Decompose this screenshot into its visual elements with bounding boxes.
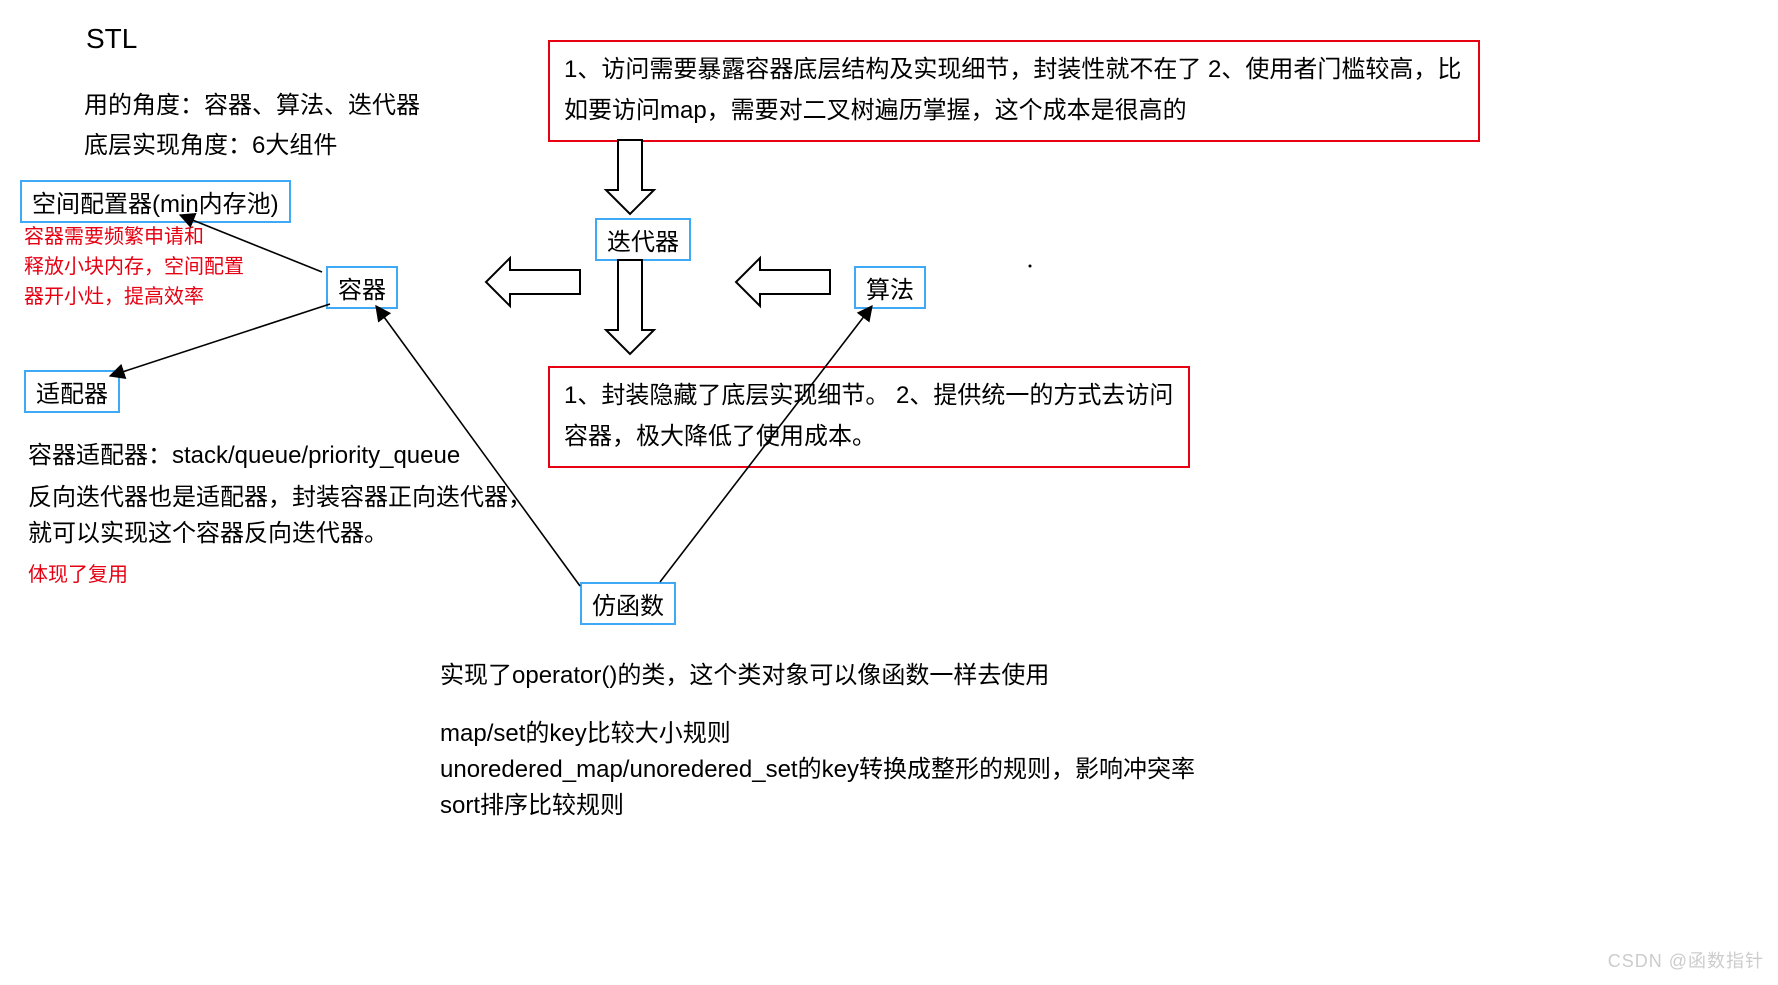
adapter-desc-1: 容器适配器：stack/queue/priority_queue bbox=[28, 438, 460, 474]
node-allocator: 空间配置器(min内存池) bbox=[20, 180, 291, 223]
intro-line-1: 用的角度：容器、算法、迭代器 bbox=[84, 88, 420, 124]
watermark: CSDN @函数指针 bbox=[1608, 947, 1764, 973]
functor-desc: 实现了operator()的类，这个类对象可以像函数一样去使用 bbox=[440, 658, 1049, 694]
node-functor: 仿函数 bbox=[580, 582, 676, 625]
node-algorithm: 算法 bbox=[854, 266, 926, 309]
arrow-iterator-mid bbox=[606, 260, 654, 354]
intro-line-2: 底层实现角度：6大组件 bbox=[84, 128, 337, 164]
arrow-container-adapter bbox=[110, 304, 330, 376]
allocator-note: 容器需要频繁申请和 释放小块内存，空间配置 器开小灶，提高效率 bbox=[24, 222, 244, 312]
functor-list: map/set的key比较大小规则 unoredered_map/unorede… bbox=[440, 716, 1195, 824]
callout-top-problems: 1、访问需要暴露容器底层结构及实现细节，封装性就不在了 2、使用者门槛较高，比如… bbox=[548, 40, 1480, 142]
title: STL bbox=[86, 18, 137, 60]
node-container: 容器 bbox=[326, 266, 398, 309]
node-adapter: 适配器 bbox=[24, 370, 120, 413]
arrow-top-iterator bbox=[606, 140, 654, 214]
adapter-note: 体现了复用 bbox=[28, 560, 128, 590]
stray-dot bbox=[1029, 265, 1032, 268]
diagram-stage: STL 用的角度：容器、算法、迭代器 底层实现角度：6大组件 空间配置器(min… bbox=[0, 0, 1778, 985]
node-iterator: 迭代器 bbox=[595, 218, 691, 261]
arrow-algorithm-iterator bbox=[736, 258, 830, 306]
callout-mid-benefits: 1、封装隐藏了底层实现细节。 2、提供统一的方式去访问容器，极大降低了使用成本。 bbox=[548, 366, 1190, 468]
adapter-desc-2: 反向迭代器也是适配器，封装容器正向迭代器， 就可以实现这个容器反向迭代器。 bbox=[28, 480, 532, 552]
arrow-iterator-container bbox=[486, 258, 580, 306]
